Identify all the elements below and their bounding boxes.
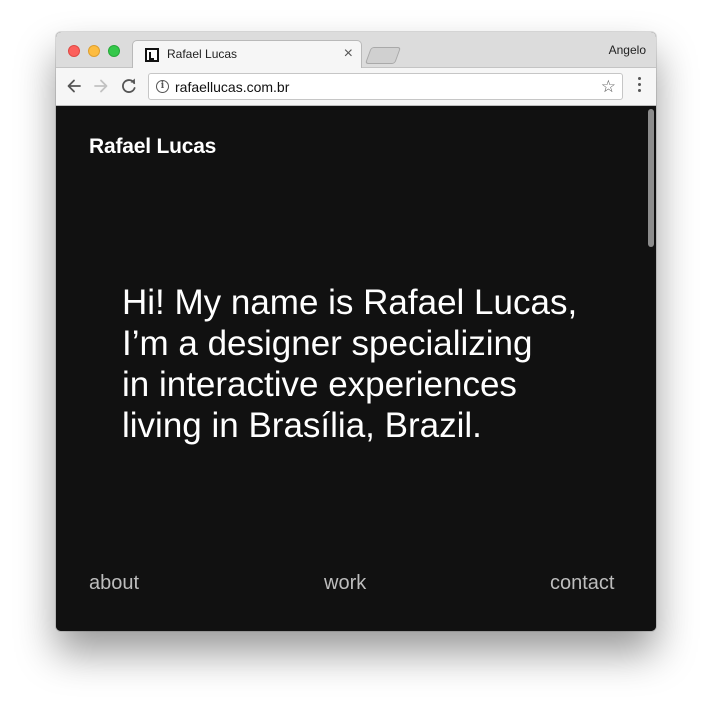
page-viewport: Rafael Lucas Hi! My name is Rafael Lucas… (56, 106, 656, 631)
forward-arrow-icon[interactable] (91, 76, 111, 96)
browser-window: Rafael Lucas × Angelo i rafaellucas.com.… (56, 32, 656, 631)
tab-close-icon[interactable]: × (344, 45, 353, 63)
reload-icon[interactable] (119, 76, 139, 96)
tab-title: Rafael Lucas (167, 47, 238, 61)
back-arrow-icon[interactable] (64, 76, 84, 96)
nav-link-contact[interactable]: contact (550, 572, 614, 595)
browser-tab-active[interactable]: Rafael Lucas × (132, 40, 362, 69)
window-minimize-button[interactable] (88, 45, 100, 57)
nav-link-about[interactable]: about (89, 572, 139, 595)
hero-intro-text: Hi! My name is Rafael Lucas, I’m a desig… (122, 282, 602, 446)
bookmark-star-icon[interactable]: ☆ (601, 77, 616, 97)
window-maximize-button[interactable] (108, 45, 120, 57)
profile-name[interactable]: Angelo (609, 43, 646, 57)
vertical-scrollbar[interactable] (648, 109, 654, 247)
site-favicon-icon (145, 48, 159, 62)
new-tab-button[interactable] (364, 47, 402, 64)
hero-line: living in Brasília, Brazil. (122, 406, 482, 445)
hero-line: in interactive experiences (122, 365, 517, 404)
hero-line: Hi! My name is Rafael Lucas, (122, 283, 578, 322)
title-bar: Rafael Lucas × Angelo (56, 32, 656, 69)
kebab-menu-icon[interactable] (634, 77, 644, 97)
browser-toolbar: i rafaellucas.com.br ☆ (56, 68, 656, 106)
site-info-icon[interactable]: i (156, 80, 169, 93)
nav-link-work[interactable]: work (324, 572, 366, 595)
hero-line: I’m a designer specializing (122, 324, 533, 363)
window-close-button[interactable] (68, 45, 80, 57)
url-text[interactable]: rafaellucas.com.br (175, 79, 289, 95)
address-bar[interactable]: i rafaellucas.com.br ☆ (148, 73, 623, 100)
site-logo[interactable]: Rafael Lucas (89, 135, 216, 159)
